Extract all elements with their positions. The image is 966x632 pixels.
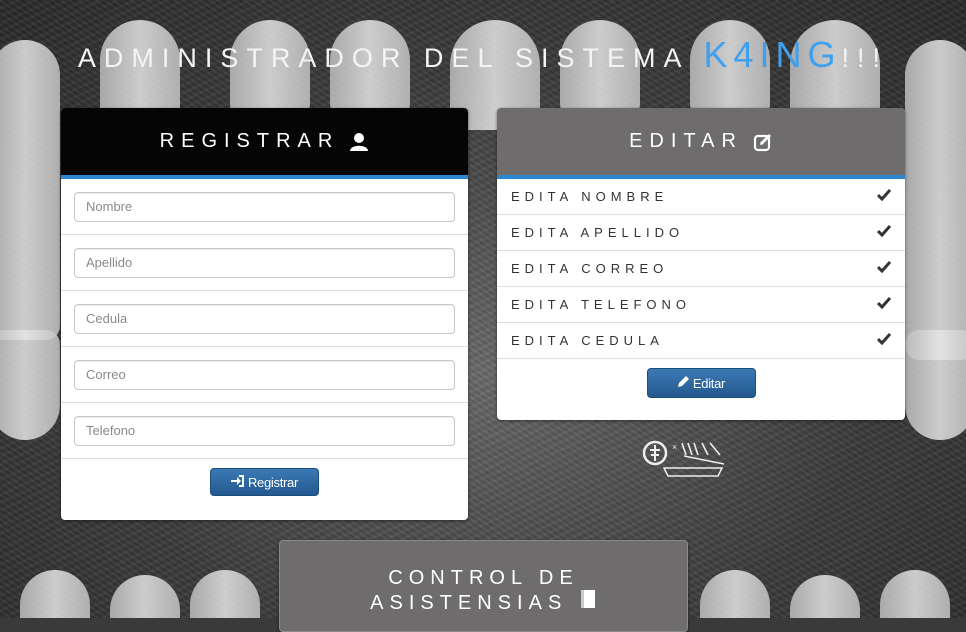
- register-panel-title: REGISTRAR: [159, 130, 340, 152]
- register-panel: REGISTRAR Registrar: [61, 108, 468, 520]
- edit-item-label: EDITA CEDULA: [511, 333, 664, 348]
- register-panel-header: REGISTRAR: [61, 108, 468, 179]
- control-asistencias-panel[interactable]: CONTROL DE ASISTENSIAS: [279, 540, 688, 632]
- control-title-line2: ASISTENSIAS: [370, 592, 568, 614]
- registrar-button-label: Registrar: [247, 474, 299, 490]
- edit-item-label: EDITA APELLIDO: [511, 225, 685, 240]
- cedula-row: [61, 291, 468, 347]
- check-icon: [876, 224, 892, 242]
- edit-item-label: EDITA NOMBRE: [511, 189, 669, 204]
- registrar-button[interactable]: Registrar: [210, 468, 319, 496]
- page-title-prefix: ADMINISTRADOR DEL SISTEMA: [77, 43, 688, 73]
- cedula-input[interactable]: [74, 303, 455, 334]
- sign-in-icon: [230, 474, 245, 490]
- edit-item-telefono[interactable]: EDITA TELEFONO: [497, 287, 905, 323]
- check-icon: [876, 188, 892, 206]
- editar-button[interactable]: Editar: [646, 368, 756, 398]
- check-icon: [876, 296, 892, 314]
- brand-name: K4ING: [703, 34, 842, 75]
- telefono-row: [61, 403, 468, 459]
- nombre-row: [61, 179, 468, 235]
- editar-button-label: Editar: [692, 375, 726, 391]
- correo-row: [61, 347, 468, 403]
- page-title: ADMINISTRADOR DEL SISTEMA K4ING!!!: [0, 34, 966, 76]
- check-icon: [876, 332, 892, 350]
- book-icon: [579, 590, 597, 614]
- edit-item-label: EDITA TELEFONO: [511, 297, 692, 312]
- svg-text:×: ×: [672, 442, 677, 452]
- user-icon: [349, 132, 369, 152]
- edit-panel-title: EDITAR: [629, 130, 743, 152]
- apellido-input[interactable]: [74, 247, 455, 278]
- edit-item-nombre[interactable]: EDITA NOMBRE: [497, 179, 905, 215]
- edit-panel-header: EDITAR: [497, 108, 905, 179]
- control-panel-title: CONTROL DE ASISTENSIAS: [280, 541, 687, 614]
- edit-panel: EDITAR EDITA NOMBRE EDITA APELLIDO EDITA…: [497, 108, 905, 420]
- nombre-input[interactable]: [74, 191, 455, 222]
- control-title-line1: CONTROL DE: [388, 567, 579, 589]
- element-x-alvins-logo: ×: [642, 440, 728, 482]
- edit-icon: [753, 132, 773, 152]
- apellido-row: [61, 235, 468, 291]
- page-title-suffix: !!!: [841, 43, 889, 73]
- telefono-input[interactable]: [74, 415, 455, 446]
- edit-item-cedula[interactable]: EDITA CEDULA: [497, 323, 905, 359]
- edit-item-label: EDITA CORREO: [511, 261, 669, 276]
- pencil-icon: [677, 375, 690, 391]
- check-icon: [876, 260, 892, 278]
- edit-item-correo[interactable]: EDITA CORREO: [497, 251, 905, 287]
- correo-input[interactable]: [74, 359, 455, 390]
- edit-item-apellido[interactable]: EDITA APELLIDO: [497, 215, 905, 251]
